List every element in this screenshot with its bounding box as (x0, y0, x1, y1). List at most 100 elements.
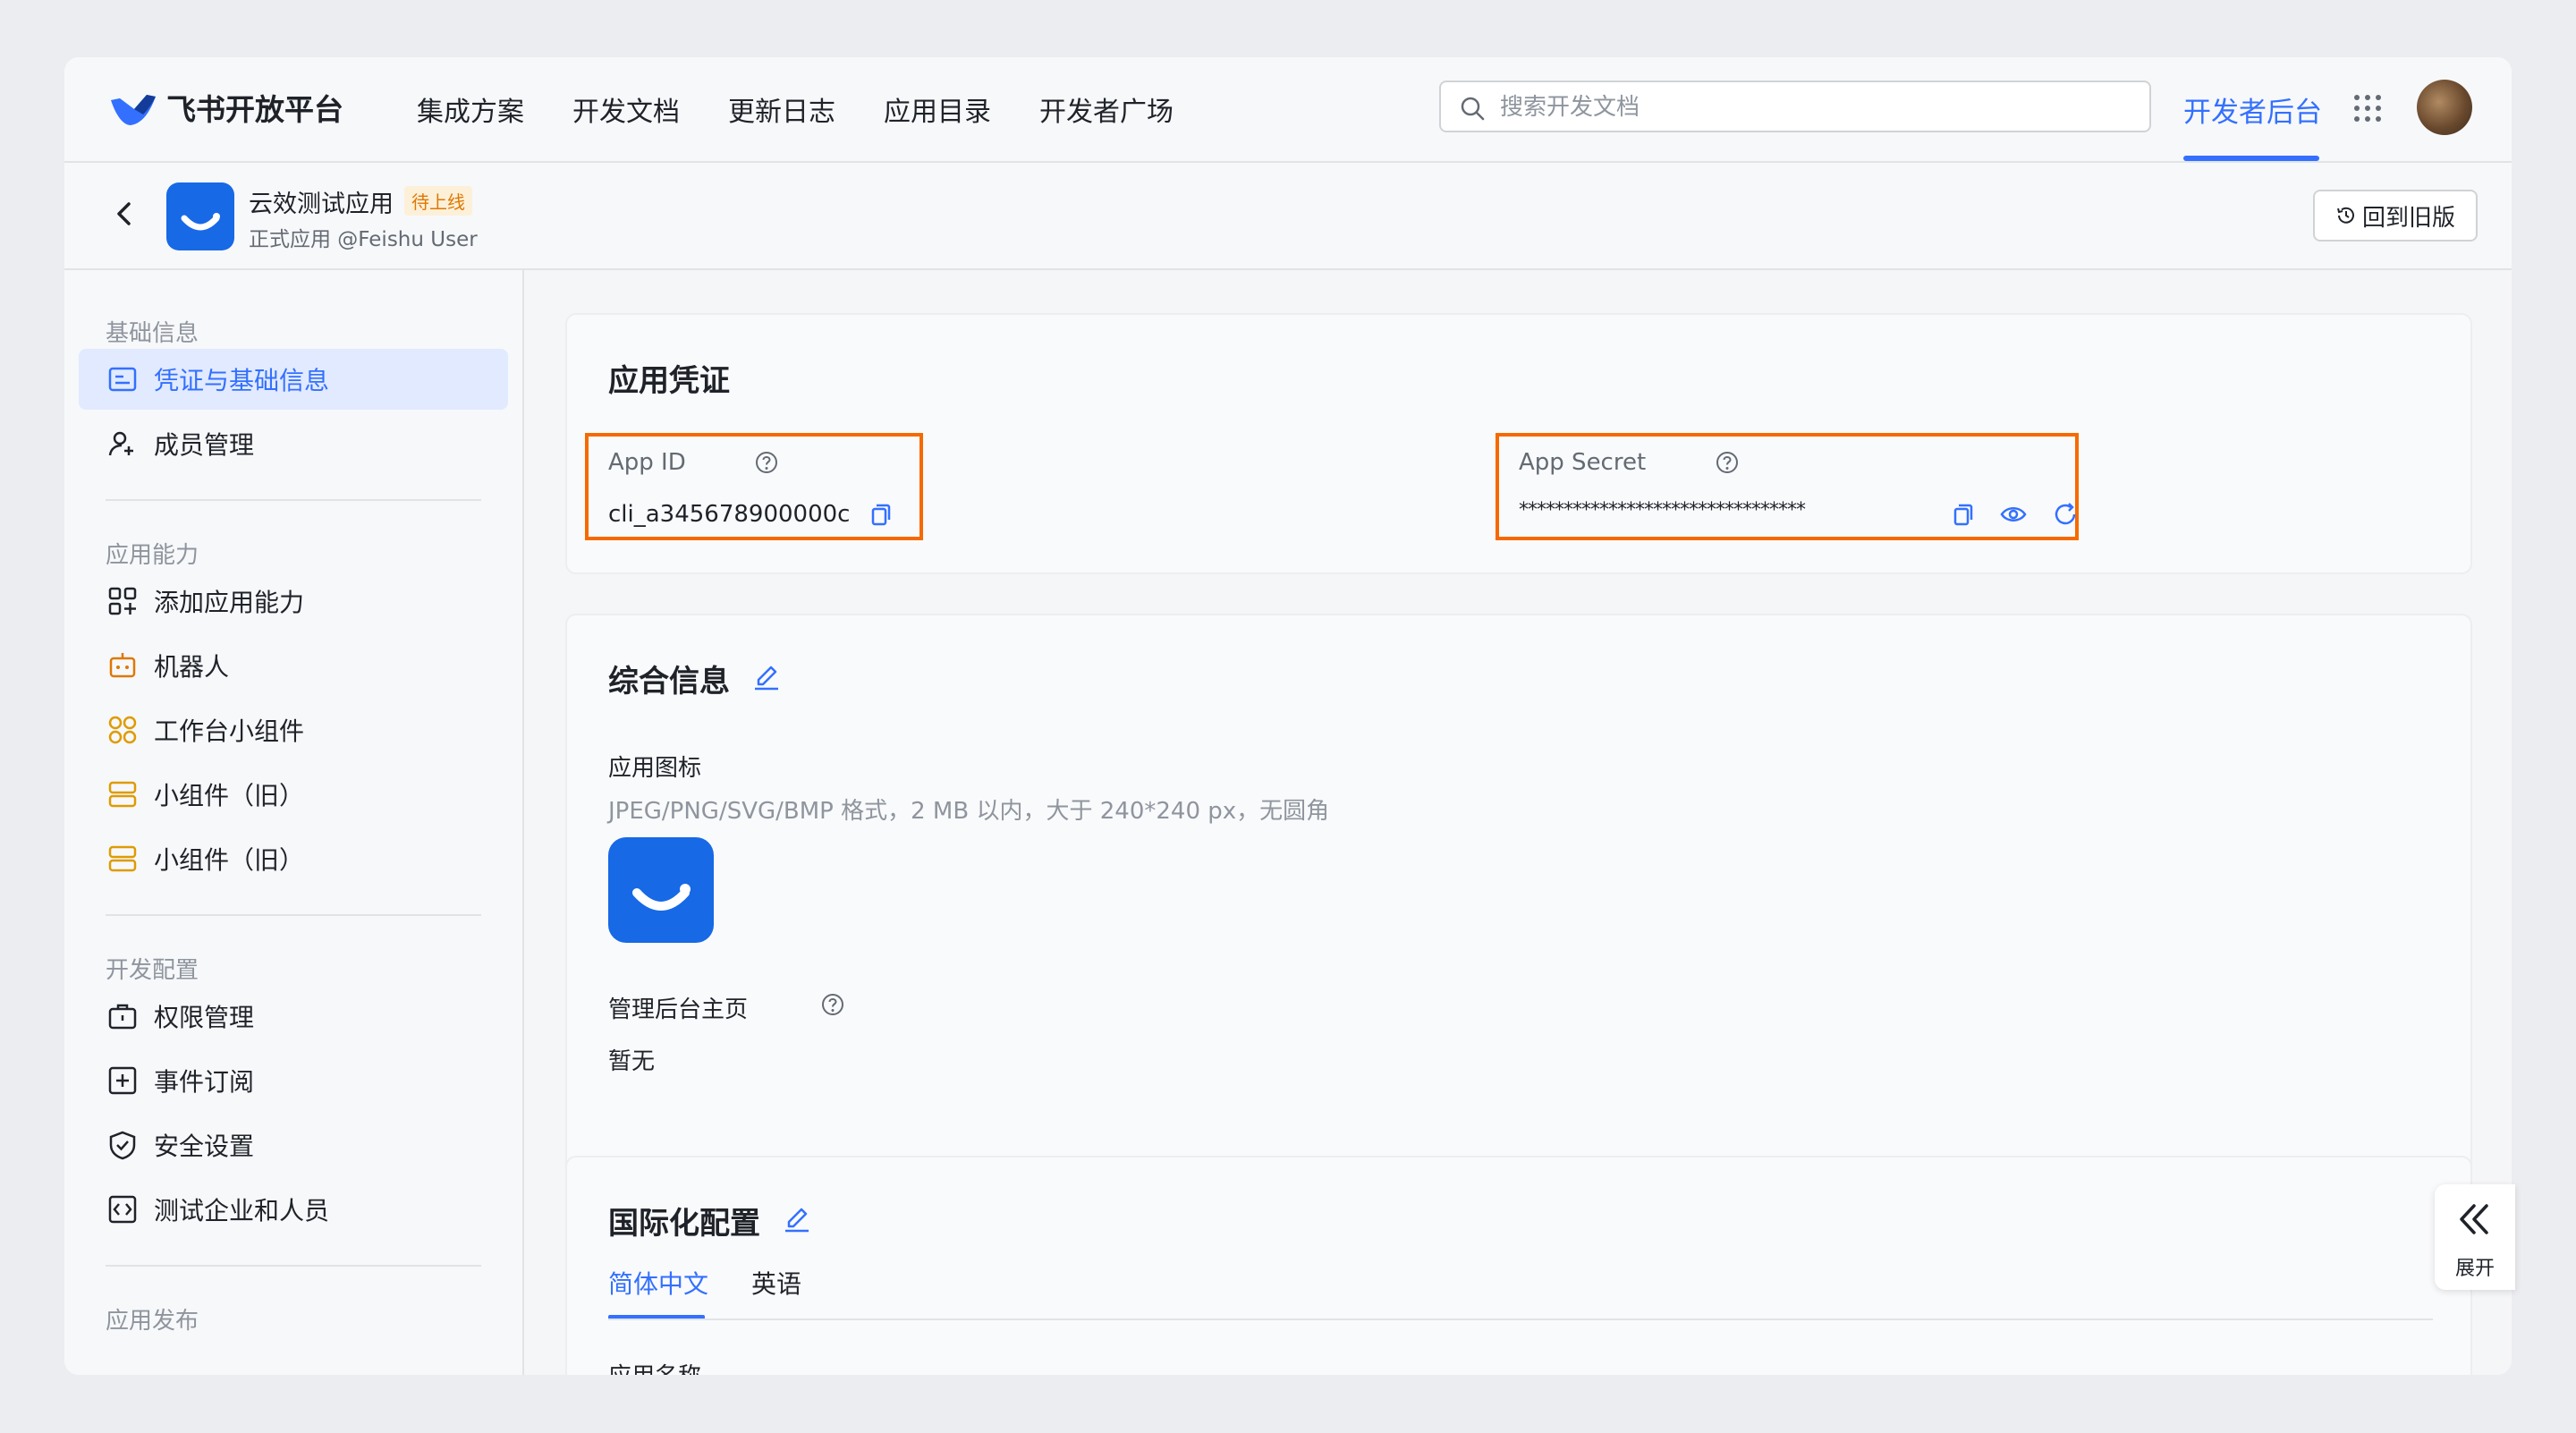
sidebar-item-members[interactable]: 成员管理 (79, 413, 508, 474)
shield-icon (109, 1131, 136, 1160)
user-add-icon (108, 431, 133, 456)
event-add-icon (108, 1066, 137, 1095)
sidebar-item-widget-legacy-2[interactable]: 小组件（旧） (79, 828, 508, 889)
app-header: 云效测试应用 待上线 正式应用 @Feishu User 回到旧版 (64, 163, 2512, 270)
sidebar-item-credentials[interactable]: 凭证与基础信息 (79, 349, 508, 410)
sidebar-item-label: 添加应用能力 (154, 588, 305, 617)
sidebar-divider (106, 1265, 481, 1267)
tab-developer-console[interactable]: 开发者后台 (2183, 89, 2322, 130)
copy-icon[interactable] (868, 501, 894, 528)
tab-simplified-chinese[interactable]: 简体中文 (608, 1265, 708, 1301)
admin-home-value: 暂无 (608, 1048, 656, 1075)
app-id-label: App ID (608, 449, 686, 476)
search-input[interactable] (1498, 89, 2128, 125)
top-nav: 飞书开放平台 集成方案 开发文档 更新日志 应用目录 开发者广场 开发者后台 (64, 57, 2512, 163)
double-chevron-left-icon (2460, 1204, 2488, 1234)
id-card-icon (108, 367, 137, 392)
nav-link-changelog[interactable]: 更新日志 (728, 89, 835, 129)
sidebar-item-security[interactable]: 安全设置 (79, 1115, 508, 1175)
sidebar-section-title: 基础信息 (106, 320, 199, 347)
app-icon-hint: JPEG/PNG/SVG/BMP 格式，2 MB 以内，大于 240*240 p… (608, 798, 1330, 825)
i18n-title: 国际化配置 (608, 1206, 760, 1242)
smile-icon (181, 213, 220, 231)
refresh-icon[interactable] (2052, 501, 2079, 528)
sidebar: 基础信息 凭证与基础信息 成员管理 应用能力 添加应用能力 机器人 工作台小组件… (64, 270, 524, 1375)
nav-links: 集成方案 开发文档 更新日志 应用目录 开发者广场 (417, 57, 1222, 161)
app-subtitle: 正式应用 @Feishu User (249, 228, 478, 251)
sidebar-section-title: 应用发布 (106, 1308, 199, 1335)
app-name-field-label: 应用名称 (608, 1358, 701, 1375)
sidebar-divider (106, 914, 481, 916)
credentials-card: 应用凭证 App ID cli_a345678900000c App Secre… (565, 313, 2472, 574)
expand-panel-button[interactable]: 展开 (2435, 1184, 2515, 1290)
tab-english[interactable]: 英语 (751, 1265, 801, 1301)
add-capability-icon (108, 587, 137, 615)
old-version-label: 回到旧版 (2361, 204, 2455, 232)
edit-icon[interactable] (782, 1202, 812, 1233)
copy-icon[interactable] (1950, 501, 1977, 528)
user-avatar[interactable] (2417, 80, 2472, 135)
back-arrow-icon[interactable] (109, 199, 140, 229)
sidebar-item-label: 成员管理 (154, 430, 255, 460)
nav-link-docs[interactable]: 开发文档 (572, 89, 680, 129)
sidebar-item-bot[interactable]: 机器人 (79, 635, 508, 696)
active-tab-indicator (2183, 156, 2319, 161)
smile-icon (632, 884, 691, 911)
app-icon (166, 182, 234, 250)
app-window: 飞书开放平台 集成方案 开发文档 更新日志 应用目录 开发者广场 开发者后台 (64, 57, 2512, 1375)
robot-icon (109, 653, 136, 678)
nav-link-dev-community[interactable]: 开发者广场 (1039, 89, 1174, 129)
sidebar-item-label: 权限管理 (154, 1003, 255, 1032)
sidebar-item-label: 测试企业和人员 (154, 1196, 330, 1225)
expand-label: 展开 (2454, 1258, 2495, 1280)
sidebar-item-label: 安全设置 (154, 1132, 255, 1161)
sidebar-item-label: 小组件（旧） (154, 781, 305, 810)
sidebar-item-label: 事件订阅 (154, 1067, 255, 1097)
eye-icon[interactable] (2000, 501, 2027, 528)
sidebar-section-title: 应用能力 (106, 542, 199, 569)
sidebar-item-label: 小组件（旧） (154, 845, 305, 875)
app-secret-label: App Secret (1519, 449, 1647, 476)
app-name: 云效测试应用 (249, 191, 394, 218)
sidebar-item-permissions[interactable]: 权限管理 (79, 986, 508, 1047)
brand-logo[interactable]: 飞书开放平台 (107, 84, 343, 131)
sidebar-item-label: 工作台小组件 (154, 716, 305, 746)
tab-divider (608, 1319, 2433, 1320)
sidebar-item-label: 凭证与基础信息 (154, 366, 330, 395)
feishu-logo-icon (111, 95, 156, 125)
edit-icon[interactable] (751, 660, 782, 691)
search-box[interactable] (1439, 81, 2151, 132)
sidebar-item-test-tenants[interactable]: 测试企业和人员 (79, 1179, 508, 1240)
app-icon-preview[interactable] (608, 837, 714, 943)
sidebar-item-label: 机器人 (154, 652, 230, 682)
code-icon (108, 1195, 137, 1224)
general-info-card: 综合信息 应用图标 JPEG/PNG/SVG/BMP 格式，2 MB 以内，大于… (565, 614, 2472, 1174)
general-info-title: 综合信息 (608, 664, 730, 700)
nav-link-app-directory[interactable]: 应用目录 (884, 89, 991, 129)
credentials-title: 应用凭证 (608, 363, 730, 399)
sidebar-item-widget-legacy-1[interactable]: 小组件（旧） (79, 764, 508, 825)
legacy-widget-icon (108, 781, 137, 808)
briefcase-icon (108, 1004, 137, 1030)
sidebar-item-workplace-widget[interactable]: 工作台小组件 (79, 700, 508, 760)
status-badge: 待上线 (404, 186, 472, 216)
i18n-card: 国际化配置 简体中文 英语 应用名称 (565, 1156, 2472, 1375)
app-id-value: cli_a345678900000c (608, 501, 851, 528)
old-version-button[interactable]: 回到旧版 (2313, 190, 2478, 242)
sidebar-section-title: 开发配置 (106, 957, 199, 984)
sidebar-divider (106, 499, 481, 501)
help-icon[interactable] (819, 991, 846, 1018)
sidebar-item-add-capability[interactable]: 添加应用能力 (79, 571, 508, 632)
help-icon[interactable] (1714, 449, 1741, 476)
history-icon (2337, 207, 2354, 224)
app-secret-value: ******************************** (1519, 499, 1806, 521)
help-icon[interactable] (753, 449, 780, 476)
legacy-widget-icon (108, 845, 137, 872)
app-icon-label: 应用图标 (608, 755, 702, 782)
search-icon (1461, 97, 1485, 121)
brand-name: 飞书开放平台 (166, 92, 343, 127)
apps-grid-icon[interactable] (2352, 93, 2383, 123)
nav-link-solutions[interactable]: 集成方案 (417, 89, 524, 129)
sidebar-item-events[interactable]: 事件订阅 (79, 1050, 508, 1111)
admin-home-label: 管理后台主页 (608, 996, 749, 1023)
